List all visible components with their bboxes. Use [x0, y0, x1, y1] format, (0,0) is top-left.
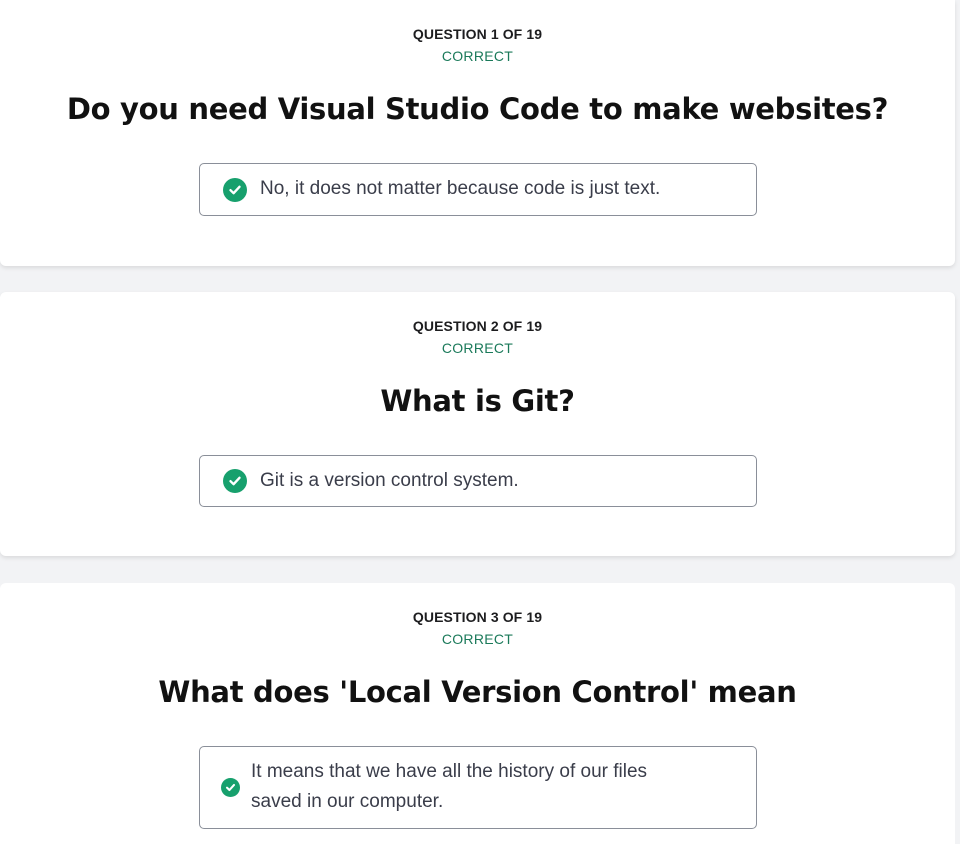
answer-text: No, it does not matter because code is j…	[260, 178, 661, 199]
status-label: CORRECT	[441, 631, 514, 647]
status-label: CORRECT	[441, 340, 514, 356]
answer-option: It means that we have all the history of…	[199, 746, 757, 829]
answer-text: It means that we have all the history of…	[251, 757, 736, 817]
question-text: What is Git?	[380, 384, 575, 418]
quiz-results: QUESTION 1 OF 19 CORRECT Do you need Vis…	[0, 0, 960, 844]
question-number: QUESTION 1 OF 19	[412, 26, 543, 42]
question-number: QUESTION 2 OF 19	[412, 318, 543, 334]
status-label: CORRECT	[441, 48, 514, 64]
check-circle-icon	[223, 469, 247, 493]
answer-line: saved in our computer.	[251, 791, 444, 812]
answer-option: No, it does not matter because code is j…	[199, 163, 757, 216]
check-circle-icon	[223, 178, 247, 202]
question-card-1: QUESTION 1 OF 19 CORRECT Do you need Vis…	[0, 0, 955, 266]
question-text: What does 'Local Version Control' mean	[158, 675, 797, 709]
answer-line: It means that we have all the history of…	[251, 761, 648, 782]
question-card-2: QUESTION 2 OF 19 CORRECT What is Git? Gi…	[0, 292, 955, 556]
question-text: Do you need Visual Studio Code to make w…	[66, 92, 889, 126]
answer-text: Git is a version control system.	[260, 470, 519, 491]
answer-option: Git is a version control system.	[199, 455, 757, 507]
question-number: QUESTION 3 OF 19	[412, 609, 543, 625]
check-circle-icon	[221, 778, 240, 797]
question-card-3: QUESTION 3 OF 19 CORRECT What does 'Loca…	[0, 583, 955, 844]
